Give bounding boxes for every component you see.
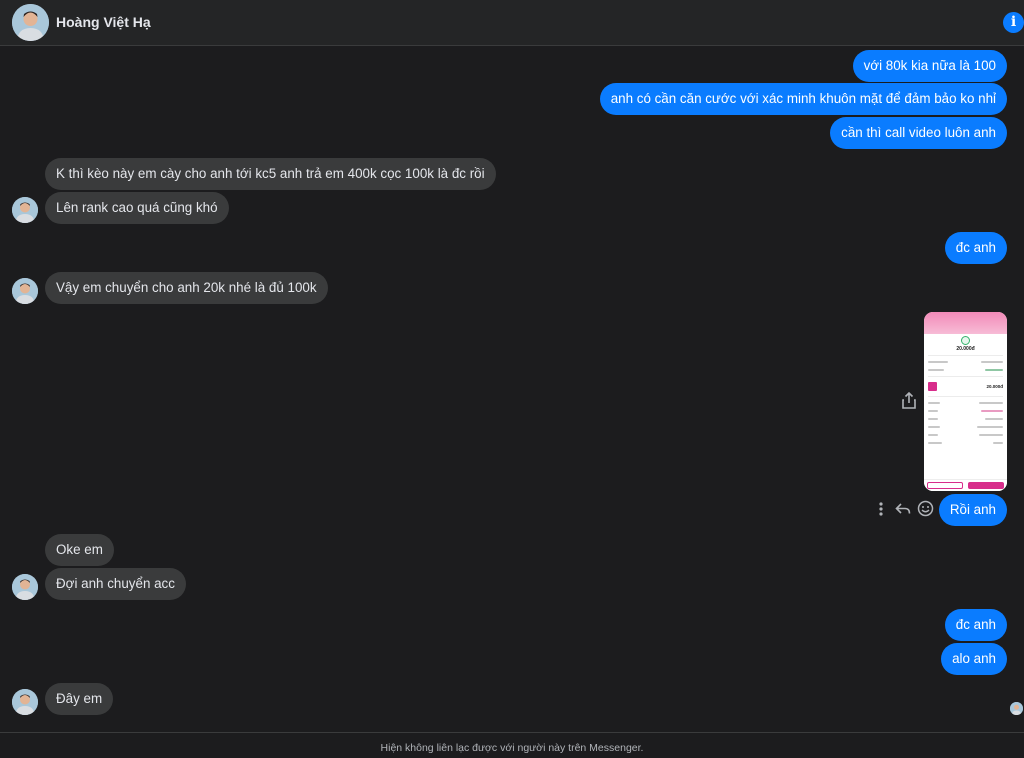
receipt-row [928, 400, 1003, 406]
message-bubble-incoming[interactable]: K thì kèo này em cày cho anh tới kc5 anh… [45, 158, 496, 190]
sender-photo [12, 689, 38, 715]
wallet-logo-icon [928, 382, 937, 391]
divider [928, 396, 1003, 397]
reply-icon[interactable] [895, 501, 911, 517]
receipt-row [928, 359, 1003, 365]
receipt-header [924, 312, 1007, 334]
message-bubble-outgoing[interactable]: với 80k kia nữa là 100 [852, 50, 1007, 82]
unavailable-notice: Hiện không liên lạc được với người này t… [0, 732, 1024, 758]
message-bubble-outgoing[interactable]: cần thì call video luôn anh [830, 117, 1007, 149]
receipt-button-primary [968, 482, 1004, 489]
divider [928, 376, 1003, 377]
sender-photo [12, 574, 38, 600]
message-bubble-outgoing[interactable]: đc anh [944, 609, 1007, 641]
receipt-row [928, 367, 1003, 373]
receipt-row [928, 416, 1003, 422]
message-list[interactable]: với 80k kia nữa là 100 anh có cần căn cư… [0, 46, 1024, 732]
smiley-icon[interactable] [917, 500, 934, 517]
receipt-actions [924, 479, 1007, 491]
message-bubble-outgoing[interactable]: Rồi anh [938, 494, 1007, 526]
message-bubble-outgoing[interactable]: đc anh [944, 232, 1007, 264]
contact-photo [12, 4, 49, 41]
receipt-button-secondary [927, 482, 963, 489]
sender-avatar[interactable] [12, 278, 38, 304]
message-bubble-incoming[interactable]: Oke em [45, 534, 114, 566]
contact-avatar[interactable] [12, 4, 49, 41]
seen-indicator-avatar [1010, 702, 1023, 715]
receipt-card: 20.000đ [924, 380, 1007, 393]
message-bubble-incoming[interactable]: Đây em [45, 683, 114, 715]
receipt-row [928, 432, 1003, 438]
sender-avatar[interactable] [12, 197, 38, 223]
sender-avatar[interactable] [12, 574, 38, 600]
more-vertical-icon[interactable] [877, 501, 885, 517]
message-bubble-incoming[interactable]: Lên rank cao quá cũng khó [45, 192, 229, 224]
payment-receipt-image[interactable]: 20.000đ 20.000đ [924, 312, 1007, 491]
receipt-row [928, 424, 1003, 430]
receipt-row [928, 440, 1003, 446]
chat-header: Hoàng Việt Hạ i [0, 0, 1024, 46]
message-bubble-incoming[interactable]: Vậy em chuyển cho anh 20k nhé là đủ 100k [45, 272, 328, 304]
success-check-icon [961, 336, 970, 345]
divider [928, 355, 1003, 356]
receipt-amount: 20.000đ [956, 346, 975, 352]
info-icon[interactable]: i [1003, 12, 1024, 33]
sender-photo [12, 278, 38, 304]
message-bubble-incoming[interactable]: Đợi anh chuyển acc [45, 568, 186, 600]
receipt-card-amount: 20.000đ [986, 384, 1003, 389]
sender-photo [12, 197, 38, 223]
sender-avatar[interactable] [12, 689, 38, 715]
share-icon[interactable] [901, 391, 917, 410]
message-bubble-outgoing[interactable]: alo anh [941, 643, 1007, 675]
contact-name[interactable]: Hoàng Việt Hạ [56, 14, 151, 30]
receipt-row [928, 408, 1003, 414]
message-bubble-outgoing[interactable]: anh có cần căn cước với xác minh khuôn m… [599, 83, 1007, 115]
